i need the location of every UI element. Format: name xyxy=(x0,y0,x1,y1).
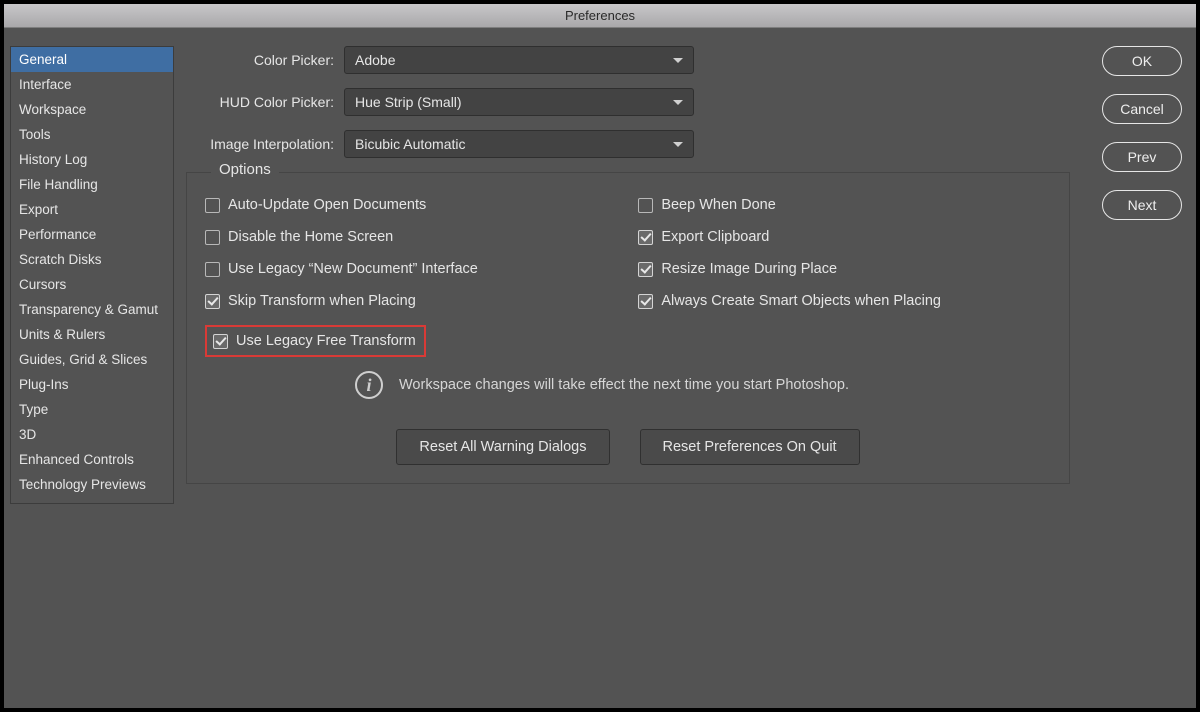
color-picker-label: Color Picker: xyxy=(174,52,344,68)
option-label: Export Clipboard xyxy=(661,229,769,245)
sidebar-item-tools[interactable]: Tools xyxy=(11,122,173,147)
info-icon: i xyxy=(355,371,383,399)
category-sidebar: GeneralInterfaceWorkspaceToolsHistory Lo… xyxy=(10,46,174,504)
color-picker-value: Adobe xyxy=(355,52,395,68)
sidebar-item-type[interactable]: Type xyxy=(11,397,173,422)
hud-picker-select[interactable]: Hue Strip (Small) xyxy=(344,88,694,116)
sidebar-item-general[interactable]: General xyxy=(11,47,173,72)
option-left-0[interactable]: Auto-Update Open Documents xyxy=(205,197,638,213)
options-left-column: Auto-Update Open Documents Disable the Ho… xyxy=(205,197,638,367)
prev-button[interactable]: Prev xyxy=(1102,142,1182,172)
interpolation-label: Image Interpolation: xyxy=(174,136,344,152)
sidebar-item-transparency-gamut[interactable]: Transparency & Gamut xyxy=(11,297,173,322)
info-message-row: i Workspace changes will take effect the… xyxy=(205,371,1051,399)
sidebar-item-history-log[interactable]: History Log xyxy=(11,147,173,172)
option-label: Auto-Update Open Documents xyxy=(228,197,426,213)
preferences-main: Color Picker: Adobe HUD Color Picker: Hu… xyxy=(174,46,1092,708)
option-right-0[interactable]: Beep When Done xyxy=(638,197,1051,213)
option-label: Skip Transform when Placing xyxy=(228,293,416,309)
sidebar-item-technology-previews[interactable]: Technology Previews xyxy=(11,472,173,497)
chevron-down-icon xyxy=(673,142,683,147)
options-group: Options Auto-Update Open DocumentsDisabl… xyxy=(186,172,1070,484)
sidebar-item-enhanced-controls[interactable]: Enhanced Controls xyxy=(11,447,173,472)
sidebar-item-scratch-disks[interactable]: Scratch Disks xyxy=(11,247,173,272)
checkbox-icon[interactable] xyxy=(205,230,220,245)
highlighted-option: Use Legacy Free Transform xyxy=(205,325,426,357)
option-left-1[interactable]: Disable the Home Screen xyxy=(205,229,638,245)
checkbox-icon[interactable] xyxy=(638,230,653,245)
option-label: Resize Image During Place xyxy=(661,261,837,277)
checkbox-icon[interactable] xyxy=(205,198,220,213)
option-label: Use Legacy Free Transform xyxy=(236,333,416,349)
option-right-3[interactable]: Always Create Smart Objects when Placing xyxy=(638,293,1051,309)
options-right-column: Beep When Done Export Clipboard Resize Ima… xyxy=(638,197,1051,367)
sidebar-item-units-rulers[interactable]: Units & Rulers xyxy=(11,322,173,347)
option-right-1[interactable]: Export Clipboard xyxy=(638,229,1051,245)
option-left-2[interactable]: Use Legacy “New Document” Interface xyxy=(205,261,638,277)
chevron-down-icon xyxy=(673,58,683,63)
option-label: Disable the Home Screen xyxy=(228,229,393,245)
chevron-down-icon xyxy=(673,100,683,105)
sidebar-item-export[interactable]: Export xyxy=(11,197,173,222)
dialog-buttons: OK Cancel Prev Next xyxy=(1092,46,1196,708)
info-message: Workspace changes will take effect the n… xyxy=(399,377,849,393)
hud-picker-value: Hue Strip (Small) xyxy=(355,94,462,110)
sidebar-item-workspace[interactable]: Workspace xyxy=(11,97,173,122)
checkbox-icon[interactable] xyxy=(213,334,228,349)
cancel-button[interactable]: Cancel xyxy=(1102,94,1182,124)
options-legend: Options xyxy=(211,161,279,178)
option-right-2[interactable]: Resize Image During Place xyxy=(638,261,1051,277)
color-picker-select[interactable]: Adobe xyxy=(344,46,694,74)
interpolation-select[interactable]: Bicubic Automatic xyxy=(344,130,694,158)
sidebar-item-interface[interactable]: Interface xyxy=(11,72,173,97)
checkbox-icon[interactable] xyxy=(638,262,653,277)
sidebar-item-guides-grid-slices[interactable]: Guides, Grid & Slices xyxy=(11,347,173,372)
ok-button[interactable]: OK xyxy=(1102,46,1182,76)
option-label: Beep When Done xyxy=(661,197,775,213)
option-label: Always Create Smart Objects when Placing xyxy=(661,293,941,309)
preferences-window: Preferences GeneralInterfaceWorkspaceToo… xyxy=(4,4,1196,708)
hud-picker-label: HUD Color Picker: xyxy=(174,94,344,110)
reset-warnings-button[interactable]: Reset All Warning Dialogs xyxy=(396,429,609,465)
interpolation-value: Bicubic Automatic xyxy=(355,136,466,152)
reset-prefs-button[interactable]: Reset Preferences On Quit xyxy=(640,429,860,465)
option-left-3[interactable]: Skip Transform when Placing xyxy=(205,293,638,309)
next-button[interactable]: Next xyxy=(1102,190,1182,220)
window-title: Preferences xyxy=(565,8,635,23)
window-titlebar: Preferences xyxy=(4,4,1196,28)
checkbox-icon[interactable] xyxy=(205,294,220,309)
sidebar-item-3d[interactable]: 3D xyxy=(11,422,173,447)
checkbox-icon[interactable] xyxy=(638,294,653,309)
sidebar-item-performance[interactable]: Performance xyxy=(11,222,173,247)
sidebar-item-cursors[interactable]: Cursors xyxy=(11,272,173,297)
option-label: Use Legacy “New Document” Interface xyxy=(228,261,478,277)
checkbox-icon[interactable] xyxy=(205,262,220,277)
option-left-4[interactable]: Use Legacy Free Transform xyxy=(213,333,416,349)
sidebar-item-file-handling[interactable]: File Handling xyxy=(11,172,173,197)
sidebar-item-plug-ins[interactable]: Plug-Ins xyxy=(11,372,173,397)
checkbox-icon[interactable] xyxy=(638,198,653,213)
